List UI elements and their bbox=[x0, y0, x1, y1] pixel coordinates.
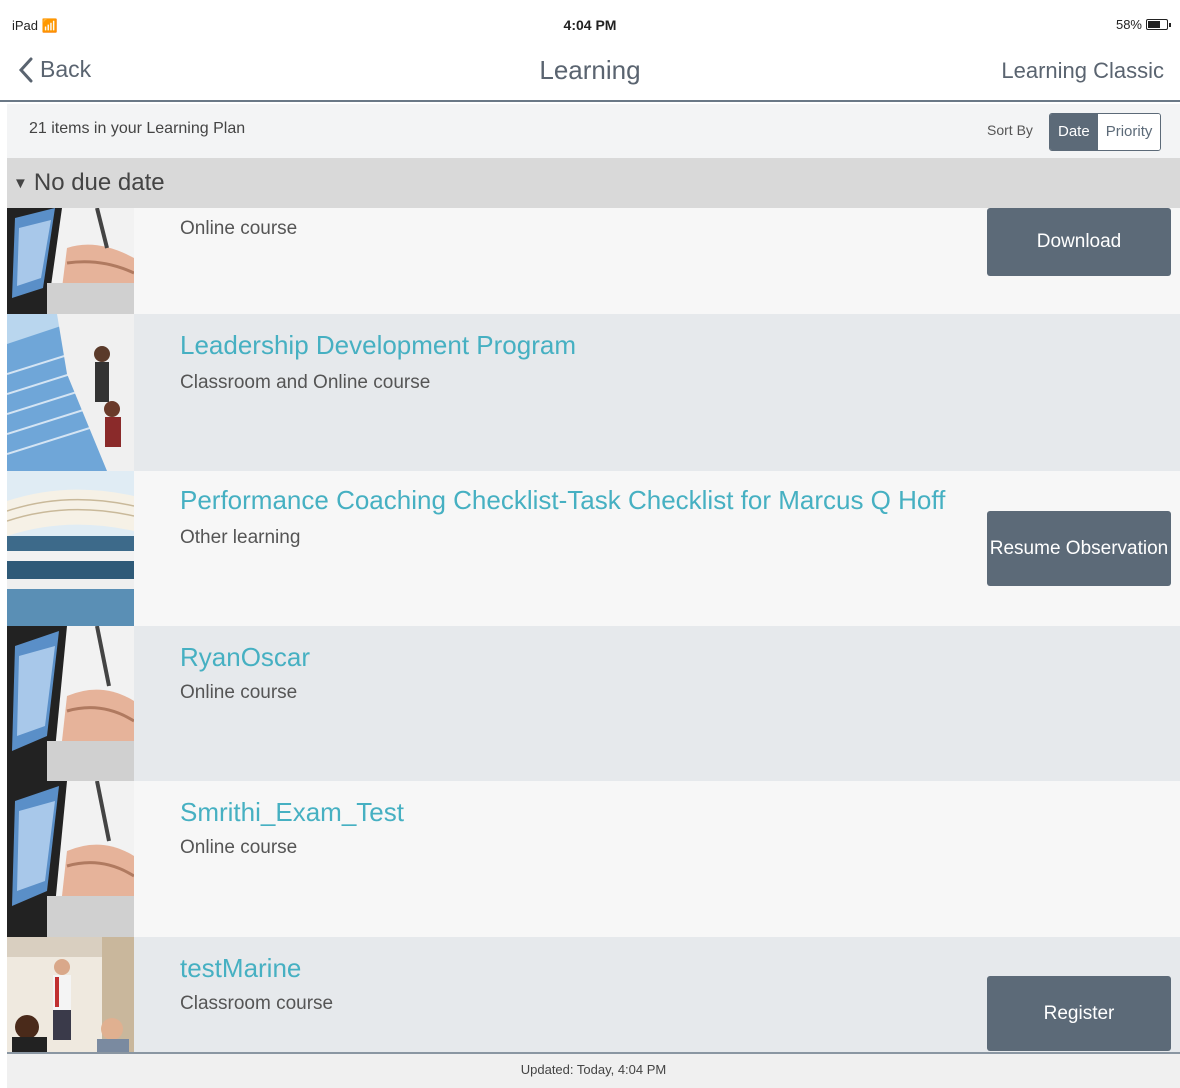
sort-date-option[interactable]: Date bbox=[1050, 114, 1098, 150]
computer-typing-image bbox=[7, 781, 134, 937]
list-item[interactable]: Performance Coaching Checklist-Task Chec… bbox=[7, 471, 1180, 626]
classroom-presenter-image bbox=[7, 937, 134, 1052]
item-title[interactable]: Smrithi_Exam_Test bbox=[180, 797, 404, 828]
list-item[interactable]: Smrithi_Exam_Test Online course bbox=[7, 781, 1180, 937]
books-image bbox=[7, 471, 134, 626]
item-title[interactable]: testMarine bbox=[180, 953, 301, 984]
triangle-down-icon: ▼ bbox=[13, 174, 28, 192]
battery-percent: 58% bbox=[1115, 17, 1142, 32]
computer-typing-image bbox=[7, 208, 134, 314]
section-label: ▼ No due date bbox=[13, 169, 165, 197]
item-title[interactable]: Performance Coaching Checklist-Task Chec… bbox=[180, 485, 945, 516]
item-subtitle: Other learning bbox=[180, 527, 301, 548]
sort-segmented-control: Date Priority bbox=[1049, 113, 1162, 151]
back-label: Back bbox=[40, 56, 92, 82]
list-item[interactable]: testMarine Classroom course Register bbox=[7, 937, 1180, 1052]
battery-icon bbox=[1146, 19, 1171, 30]
sort-priority-option[interactable]: Priority bbox=[1097, 114, 1161, 150]
download-button[interactable]: Download bbox=[987, 208, 1171, 276]
plan-count: 21 items in your Learning Plan bbox=[29, 120, 246, 137]
computer-typing-image bbox=[7, 626, 134, 781]
item-subtitle: Classroom and Online course bbox=[180, 372, 431, 393]
back-button[interactable]: Back bbox=[18, 56, 91, 83]
keyboard-presenter-image bbox=[7, 314, 134, 471]
item-title[interactable]: RyanOscar bbox=[180, 642, 310, 673]
item-subtitle: Online course bbox=[180, 837, 298, 858]
section-header[interactable]: ▼ No due date bbox=[7, 158, 1180, 208]
list-item[interactable]: Leadership Development Program Classroom… bbox=[7, 314, 1180, 471]
list-item[interactable]: RyanOscar Online course bbox=[7, 626, 1180, 781]
updated-footer: Updated: Today, 4:04 PM bbox=[7, 1052, 1180, 1088]
nav-bar: Back Learning Learning Classic bbox=[0, 44, 1180, 102]
list-item[interactable]: Online course Download bbox=[7, 208, 1180, 314]
item-title[interactable]: Leadership Development Program bbox=[180, 330, 576, 361]
item-subtitle: Online course bbox=[180, 218, 298, 239]
section-title: No due date bbox=[33, 169, 165, 196]
status-time: 4:04 PM bbox=[563, 17, 617, 33]
item-subtitle: Online course bbox=[180, 682, 298, 703]
status-right: 58% bbox=[1115, 17, 1171, 32]
learning-classic-button[interactable]: Learning Classic bbox=[1001, 58, 1164, 84]
chevron-left-icon bbox=[18, 57, 33, 82]
item-subtitle: Classroom course bbox=[180, 993, 334, 1014]
plan-header: 21 items in your Learning Plan Sort By D… bbox=[7, 104, 1180, 158]
register-button[interactable]: Register bbox=[987, 976, 1171, 1051]
sort-label: Sort By bbox=[987, 122, 1033, 138]
resume-observation-button[interactable]: Resume Observation bbox=[987, 511, 1171, 586]
